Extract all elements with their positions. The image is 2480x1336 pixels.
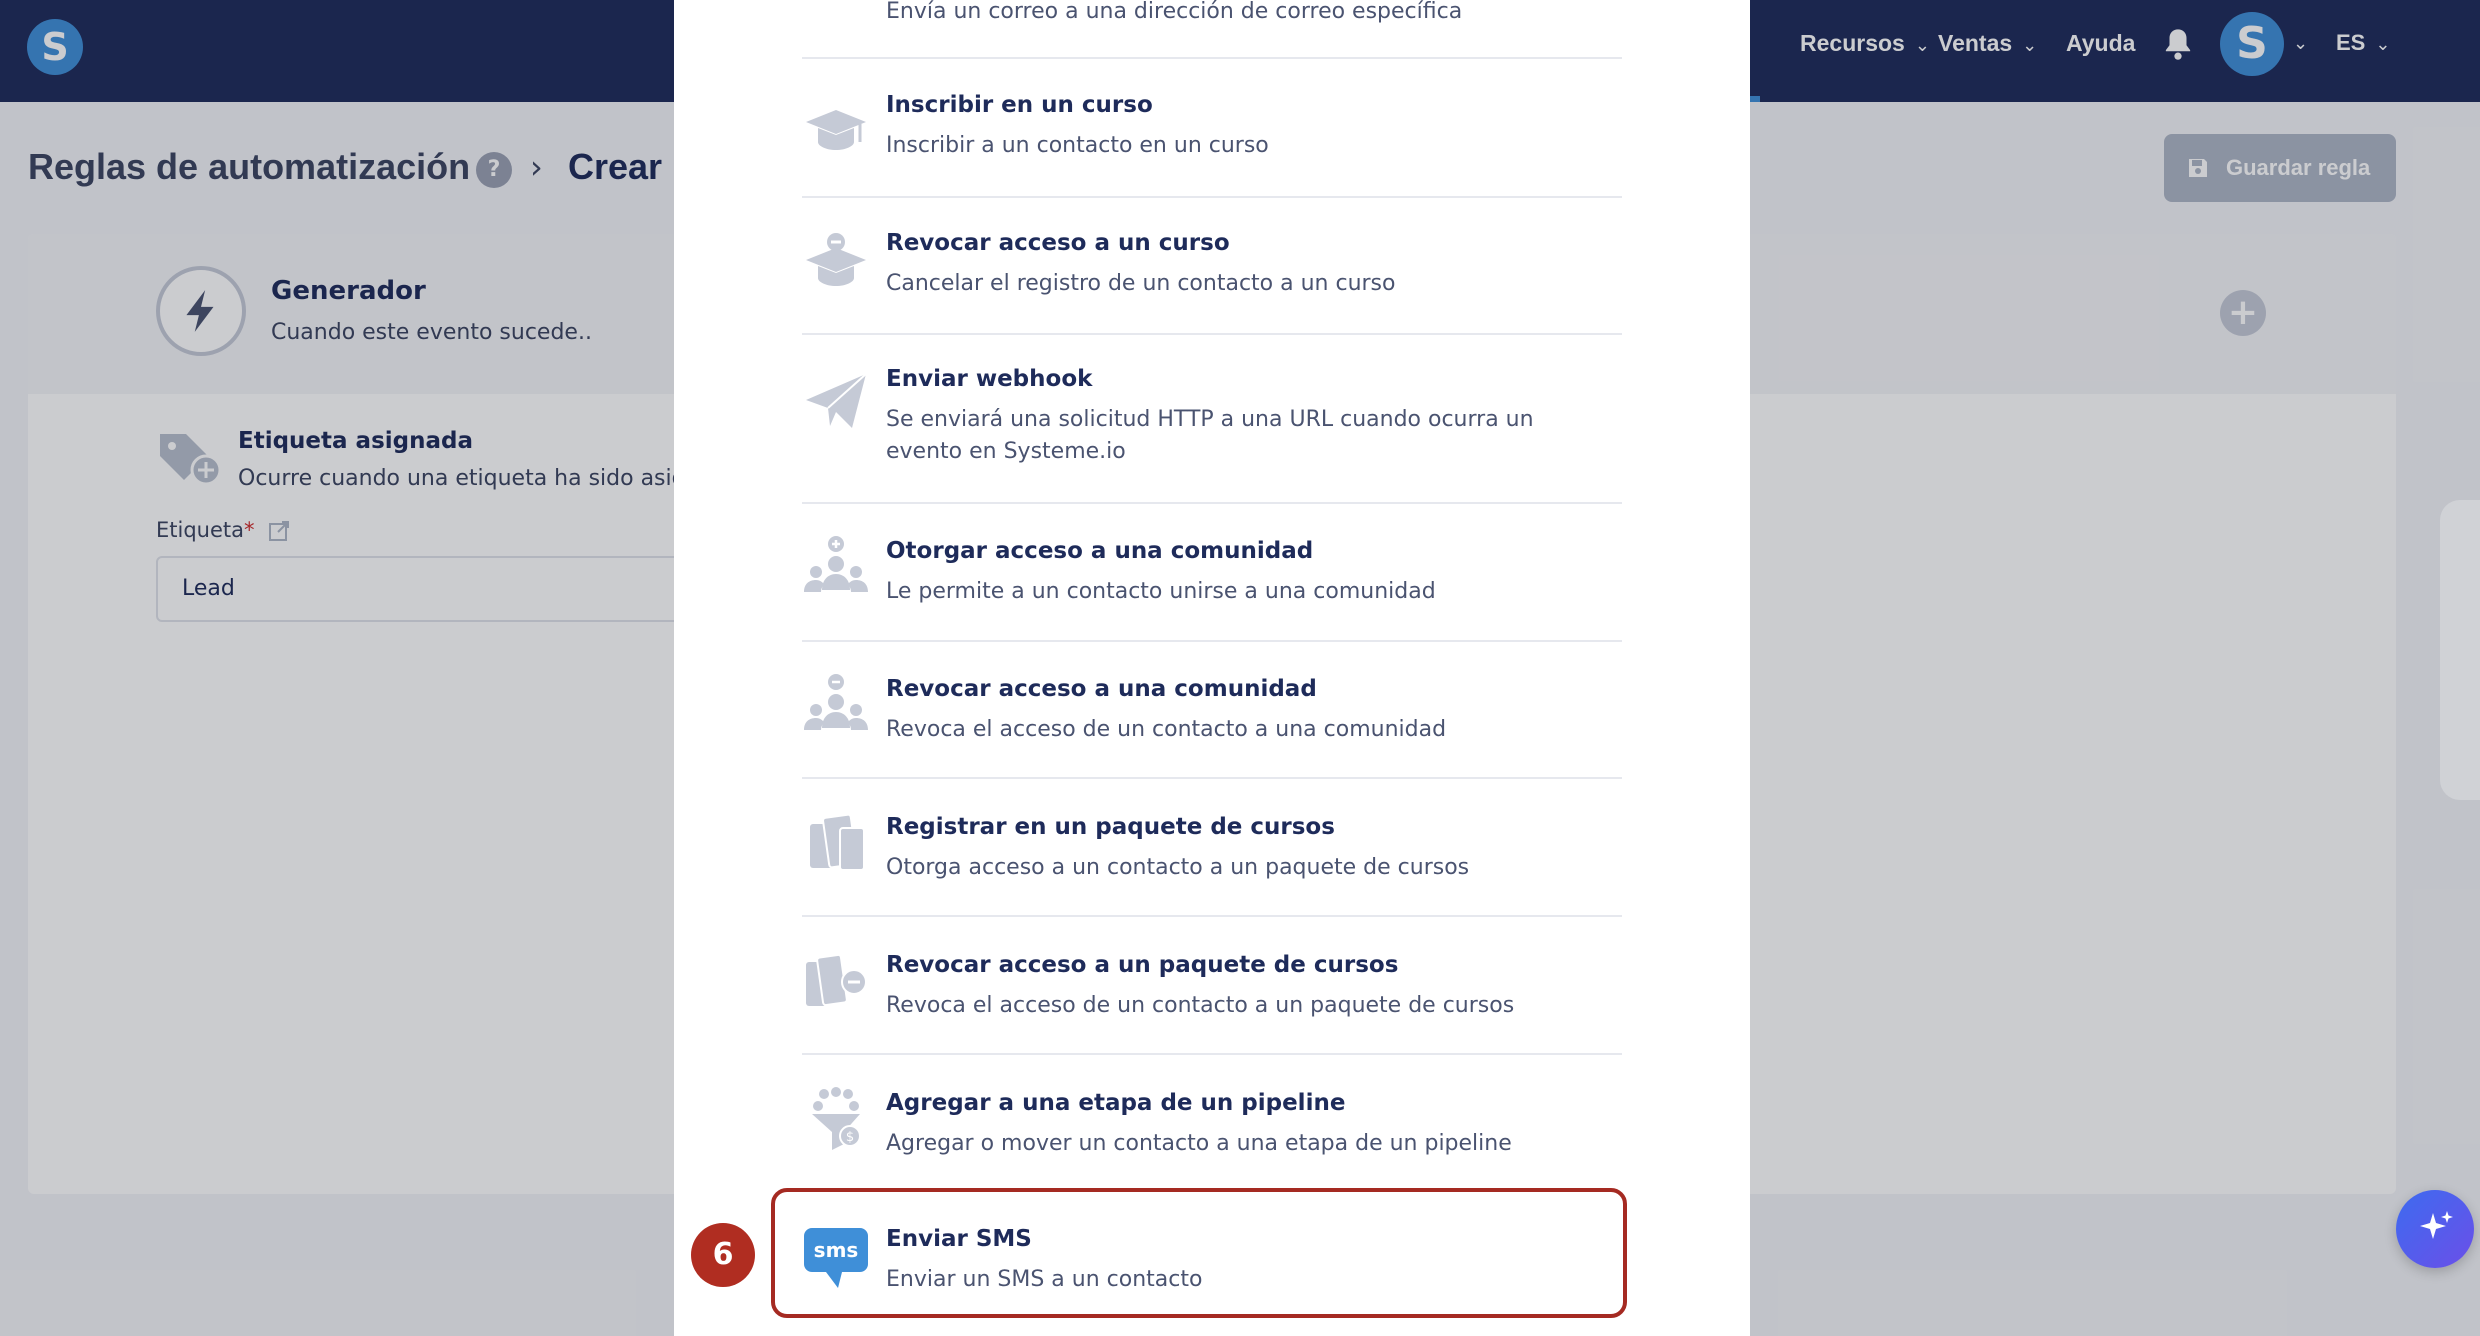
graduation-cap-icon — [806, 110, 866, 150]
action-description: Revoca el acceso de un contacto a un paq… — [886, 993, 1515, 1018]
action-title: Revocar acceso a una comunidad — [886, 676, 1317, 702]
svg-text:$: $ — [846, 1130, 854, 1145]
ai-assistant-button[interactable] — [2396, 1190, 2474, 1268]
divider — [802, 1053, 1622, 1055]
action-item-webhook[interactable]: Enviar webhook Se enviará una solicitud … — [802, 362, 1622, 512]
community-remove-icon — [804, 674, 868, 730]
action-item-revoke-community[interactable]: Revocar acceso a una comunidad Revoca el… — [802, 672, 1622, 792]
action-title: Inscribir en un curso — [886, 92, 1153, 118]
action-picker-modal: Envía un correo a una dirección de corre… — [674, 0, 1750, 1336]
action-title: Enviar webhook — [886, 366, 1093, 392]
action-item-revoke-bundle[interactable]: Revocar acceso a un paquete de cursos Re… — [802, 948, 1622, 1068]
sparkles-icon — [2420, 1211, 2453, 1239]
action-description: Inscribir a un contacto en un curso — [886, 133, 1269, 158]
divider — [802, 777, 1622, 779]
action-description: Envía un correo a una dirección de corre… — [886, 0, 1463, 24]
divider — [802, 640, 1622, 642]
action-item-email[interactable]: Envía un correo a una dirección de corre… — [802, 0, 1622, 50]
action-item-grant-community[interactable]: Otorgar acceso a una comunidad Le permit… — [802, 534, 1622, 654]
divider — [802, 915, 1622, 917]
graduation-cap-remove-icon — [806, 233, 866, 286]
pipeline-icon: $ — [812, 1087, 861, 1150]
action-item-enroll-bundle[interactable]: Registrar en un paquete de cursos Otorga… — [802, 810, 1622, 930]
action-item-enroll-course[interactable]: Inscribir en un curso Inscribir a un con… — [802, 88, 1622, 208]
action-title: Registrar en un paquete de cursos — [886, 814, 1335, 840]
divider — [802, 333, 1622, 335]
action-description: Otorga acceso a un contacto a un paquete… — [886, 855, 1470, 880]
backdrop-glow — [2440, 500, 2480, 800]
action-title: Agregar a una etapa de un pipeline — [886, 1090, 1346, 1116]
action-title: Otorgar acceso a una comunidad — [886, 538, 1314, 564]
action-title: Revocar acceso a un paquete de cursos — [886, 952, 1399, 978]
action-description: Agregar o mover un contacto a una etapa … — [886, 1131, 1512, 1156]
paper-plane-icon — [806, 373, 867, 428]
course-bundle-icon — [810, 813, 865, 871]
action-description: Revoca el acceso de un contacto a una co… — [886, 717, 1447, 742]
action-title: Revocar acceso a un curso — [886, 230, 1230, 256]
divider — [802, 196, 1622, 198]
divider — [802, 502, 1622, 504]
community-add-icon — [804, 536, 868, 592]
action-description: Le permite a un contacto unirse a una co… — [886, 579, 1436, 604]
divider — [802, 57, 1622, 59]
step-badge: 6 — [691, 1223, 755, 1287]
action-item-revoke-course[interactable]: Revocar acceso a un curso Cancelar el re… — [802, 226, 1622, 346]
action-description: Cancelar el registro de un contacto a un… — [886, 271, 1396, 296]
mail-icon — [802, 0, 870, 38]
step-highlight-frame — [771, 1188, 1627, 1318]
course-bundle-remove-icon — [806, 953, 867, 1007]
action-description: Se enviará una solicitud HTTP a una URL … — [886, 407, 1534, 464]
